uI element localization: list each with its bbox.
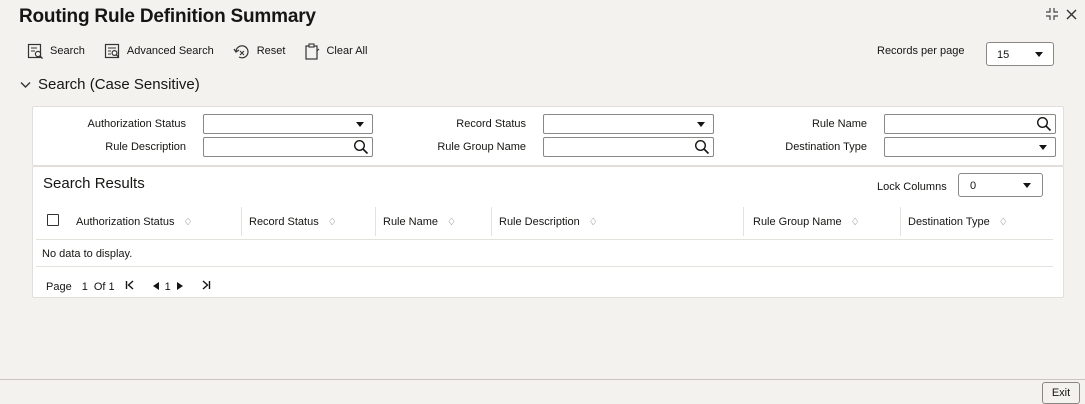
advanced-search-button-label: Advanced Search [126,45,214,57]
reset-icon [233,43,251,60]
rule-description-input[interactable] [203,137,373,157]
authorization-status-select[interactable] [203,114,373,134]
records-per-page-label: Records per page [877,45,965,57]
rule-description-label: Rule Description [105,141,186,153]
records-per-page-value: 15 [997,49,1010,61]
sort-icon[interactable]: ♢ [589,217,598,228]
search-section-title: Search (Case Sensitive) [38,76,200,93]
column-header-label: Authorization Status [76,216,175,228]
rule-group-name-label: Rule Group Name [437,141,526,153]
lock-columns-value: 0 [970,180,977,192]
previous-page-icon[interactable] [152,281,159,293]
search-results-title: Search Results [43,175,145,192]
page-of-label: Of 1 [93,280,115,293]
last-page-icon[interactable] [201,280,211,293]
page-label: Page [46,280,72,293]
clear-all-button-label: Clear All [326,45,368,57]
column-divider[interactable] [743,207,744,236]
search-section-toggle[interactable]: Search (Case Sensitive) [20,76,200,93]
destination-type-select[interactable] [884,137,1056,157]
page-title: Routing Rule Definition Summary [19,6,316,27]
footer-divider [0,379,1085,380]
advanced-search-icon [104,43,121,60]
rule-group-name-input[interactable] [543,137,714,157]
results-table-header: Authorization Status ♢ Record Status ♢ R… [36,203,1053,240]
first-page-icon[interactable] [125,280,135,293]
column-header-destination-type[interactable]: Destination Type ♢ [908,216,1008,228]
chevron-down-icon [1023,183,1031,188]
sort-icon[interactable]: ♢ [183,217,192,228]
page-navigation: 1 [125,280,211,293]
column-divider[interactable] [491,207,492,236]
column-header-rule-group-name[interactable]: Rule Group Name ♢ [753,216,860,228]
column-header-label: Rule Description [499,216,580,228]
column-header-label: Record Status [249,216,319,228]
authorization-status-label: Authorization Status [87,118,186,130]
column-header-label: Destination Type [908,216,990,228]
lock-columns-label: Lock Columns [877,181,947,193]
rule-name-input[interactable] [884,114,1056,134]
clear-all-button[interactable]: Clear All [304,42,368,60]
next-page-icon[interactable] [176,281,183,293]
divider [36,266,1053,267]
lock-columns-select[interactable]: 0 [958,173,1043,197]
sort-icon[interactable]: ♢ [447,217,456,228]
chevron-down-icon [1039,145,1047,150]
advanced-search-button[interactable]: Advanced Search [104,43,214,60]
chevron-down-icon [1035,52,1043,57]
column-header-authorization-status[interactable]: Authorization Status ♢ [76,216,192,228]
search-icon[interactable] [1036,116,1052,135]
record-status-select[interactable] [543,114,714,134]
window-controls [1046,8,1077,20]
column-header-label: Rule Name [383,216,439,228]
search-icon [27,43,44,60]
reset-button-label: Reset [256,45,286,57]
records-per-page-select[interactable]: 15 [986,42,1054,66]
column-divider[interactable] [241,207,242,236]
column-header-record-status[interactable]: Record Status ♢ [249,216,337,228]
search-button[interactable]: Search [27,43,85,60]
column-header-rule-description[interactable]: Rule Description ♢ [499,216,598,228]
chevron-down-icon [356,122,364,127]
sort-icon[interactable]: ♢ [851,217,860,228]
page-number-input[interactable]: 1 [82,281,88,293]
destination-type-label: Destination Type [785,141,867,153]
column-divider[interactable] [900,207,901,236]
sort-icon[interactable]: ♢ [328,217,337,228]
column-header-rule-name[interactable]: Rule Name ♢ [383,216,456,228]
search-icon[interactable] [353,139,369,158]
chevron-down-icon [697,122,705,127]
pagination: Page 1 Of 1 1 [46,280,211,293]
reset-button[interactable]: Reset [233,43,286,60]
clipboard-icon [304,42,320,60]
select-all-checkbox[interactable] [47,214,59,226]
close-icon[interactable] [1066,9,1077,20]
column-divider[interactable] [375,207,376,236]
rule-name-label: Rule Name [811,118,867,130]
restore-icon[interactable] [1046,8,1058,20]
empty-table-message: No data to display. [42,248,133,260]
column-header-label: Rule Group Name [753,216,842,228]
search-button-label: Search [50,45,85,57]
current-page-number: 1 [164,280,171,293]
exit-button[interactable]: Exit [1042,382,1080,404]
record-status-label: Record Status [456,118,526,130]
chevron-down-icon [20,76,31,93]
sort-icon[interactable]: ♢ [999,217,1008,228]
search-icon[interactable] [694,139,710,158]
toolbar: Search Advanced Search Reset Clear All [27,41,386,61]
